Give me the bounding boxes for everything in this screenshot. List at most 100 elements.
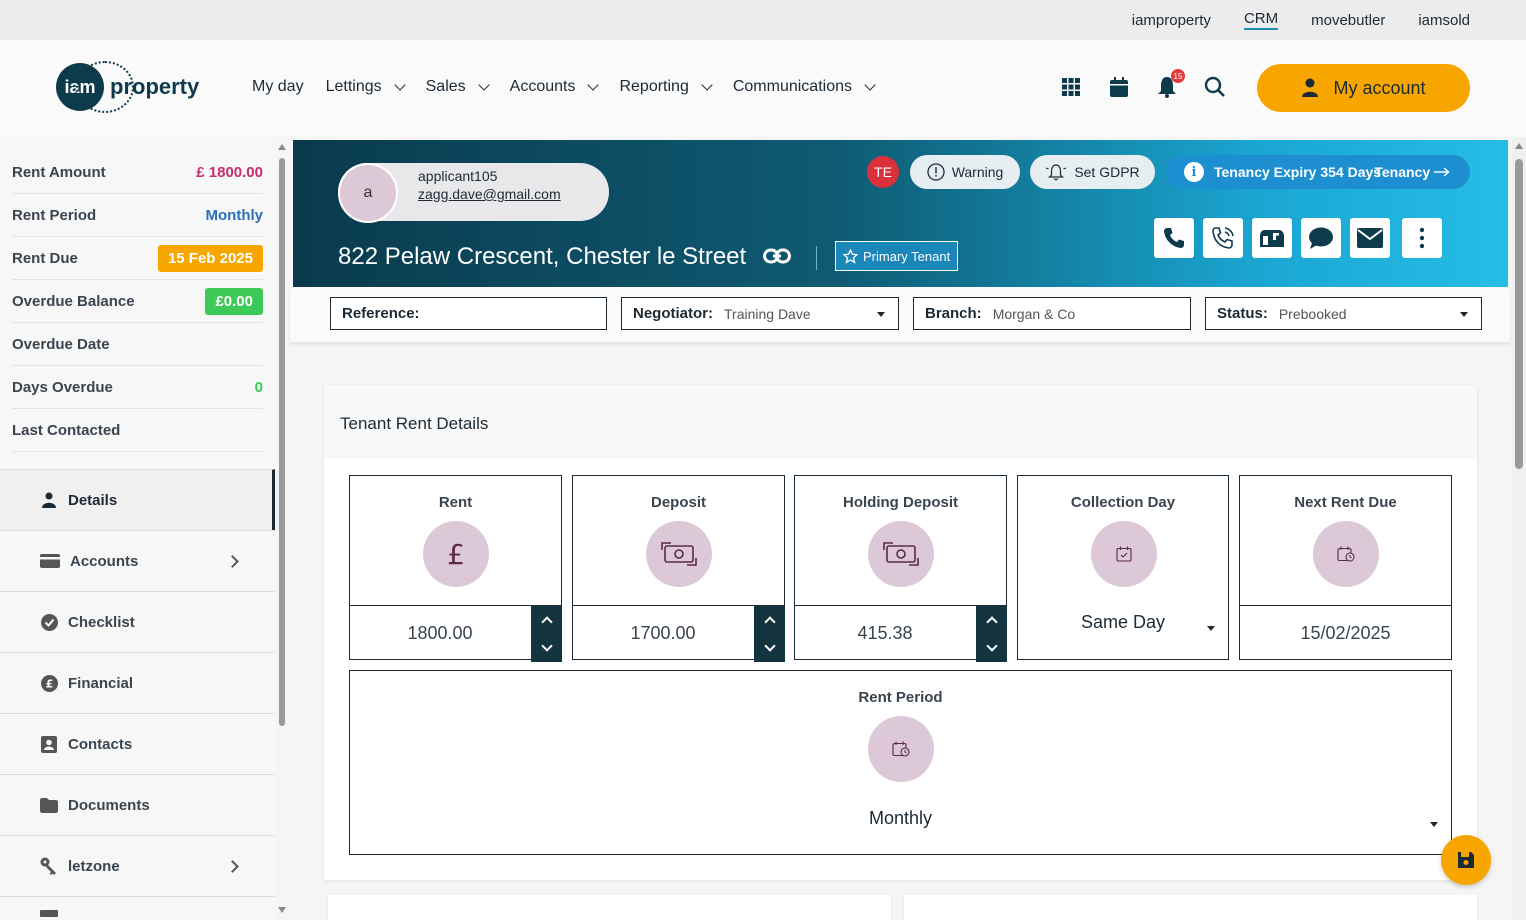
collection-day-tile[interactable]: Collection Day Same Day	[1017, 475, 1229, 660]
sidebar-item-letzone[interactable]: letzone	[0, 835, 275, 896]
nav-communications[interactable]: Communications	[733, 78, 876, 96]
collection-day-select[interactable]: Same Day	[1018, 612, 1228, 633]
increment-icon[interactable]	[985, 615, 998, 628]
decrement-icon[interactable]	[763, 639, 776, 652]
nav-sales-label: Sales	[425, 78, 466, 95]
sidebar-item-details[interactable]: Details	[0, 469, 275, 530]
rent-amount-label: Rent Amount	[12, 163, 106, 181]
notification-count-badge: 15	[1171, 69, 1185, 83]
scrollbar-thumb[interactable]	[279, 158, 285, 726]
calendar-icon[interactable]	[1108, 76, 1130, 98]
bell-icon[interactable]: 15	[1156, 69, 1185, 98]
arrow-right-icon	[1434, 167, 1450, 177]
sidebar-scrollbar[interactable]	[278, 140, 286, 915]
last-contacted-label: Last Contacted	[12, 421, 121, 439]
main-scrollbar[interactable]	[1512, 137, 1526, 920]
sidebar-menu: Details Accounts Checklist £ Financial C…	[0, 469, 276, 920]
link-icon[interactable]	[763, 247, 791, 270]
next-rent-due-tile: Next Rent Due 15/02/2025	[1239, 475, 1452, 660]
te-avatar[interactable]: TE	[867, 156, 899, 188]
negotiator-select[interactable]: Negotiator: Training Dave	[621, 297, 899, 330]
sidebar-item-financial[interactable]: £ Financial	[0, 652, 275, 713]
nav-accounts[interactable]: Accounts	[510, 78, 600, 96]
sidebar-item-checklist[interactable]: Checklist	[0, 591, 275, 652]
sidebar-item-contacts[interactable]: Contacts	[0, 713, 275, 774]
main-nav: My day Lettings Sales Accounts Reporting…	[252, 78, 876, 96]
holding-deposit-stepper[interactable]	[976, 605, 1007, 662]
decrement-icon[interactable]	[985, 639, 998, 652]
mailbox-button[interactable]	[1252, 218, 1292, 258]
deposit-stepper[interactable]	[754, 605, 785, 662]
rent-period-tile[interactable]: Rent Period Monthly	[349, 670, 1452, 855]
sidebar-item-partial[interactable]	[0, 896, 275, 920]
lower-card-right	[904, 895, 1477, 920]
warning-button[interactable]: Warning	[910, 155, 1020, 189]
applicant-email-link[interactable]: zagg.dave@gmail.com	[418, 186, 561, 202]
chat-button[interactable]	[1301, 218, 1341, 258]
property-address: 822 Pelaw Crescent, Chester le Street	[338, 243, 747, 270]
nav-my-day[interactable]: My day	[252, 78, 304, 96]
link-crm[interactable]: CRM	[1243, 10, 1279, 30]
search-icon[interactable]	[1204, 76, 1226, 98]
branch-field[interactable]: Branch: Morgan & Co	[913, 297, 1191, 330]
more-options-button[interactable]	[1402, 218, 1442, 258]
tenancy-link[interactable]: Tenancy	[1374, 164, 1450, 180]
decrement-icon[interactable]	[540, 639, 553, 652]
call-log-button[interactable]	[1203, 218, 1243, 258]
calendar-clock-icon	[1313, 521, 1379, 587]
my-account-button[interactable]: My account	[1257, 64, 1470, 112]
next-rent-due-value: 15/02/2025	[1300, 623, 1391, 643]
deposit-input[interactable]: 1700.00	[572, 605, 785, 662]
tenancy-expiry-label: Tenancy Expiry 354 Days	[1214, 164, 1382, 180]
email-button[interactable]	[1350, 218, 1390, 258]
sidebar-item-label: Documents	[68, 796, 150, 814]
sidebar-item-accounts[interactable]: Accounts	[0, 530, 275, 591]
summary-rent-due: Rent Due 15 Feb 2025	[12, 237, 263, 280]
overdue-balance-label: Overdue Balance	[12, 292, 135, 310]
scrollbar-thumb[interactable]	[1515, 159, 1523, 469]
person-icon	[40, 492, 58, 508]
phone-button[interactable]	[1154, 218, 1194, 258]
info-icon: i	[1184, 162, 1204, 182]
save-button[interactable]	[1441, 835, 1491, 885]
svg-text:£: £	[447, 540, 465, 568]
rent-input[interactable]: 1800.00	[349, 605, 562, 662]
link-movebutler[interactable]: movebutler	[1311, 12, 1385, 29]
my-account-label: My account	[1333, 77, 1426, 98]
scroll-down-arrow[interactable]	[278, 907, 286, 913]
set-gdpr-button[interactable]: Set GDPR	[1030, 155, 1155, 189]
scroll-up-arrow[interactable]	[1515, 143, 1523, 149]
overdue-date-label: Overdue Date	[12, 335, 110, 353]
kebab-menu-icon	[1419, 227, 1425, 249]
sidebar-item-documents[interactable]: Documents	[0, 774, 275, 835]
applicant-name: applicant105	[418, 168, 498, 184]
link-iamsold[interactable]: iamsold	[1418, 12, 1470, 29]
reference-field[interactable]: Reference:	[330, 297, 607, 330]
nav-lettings-label: Lettings	[325, 78, 382, 95]
phone-icon	[1164, 228, 1184, 248]
credit-card-icon	[40, 554, 60, 568]
rent-period-select[interactable]: Monthly	[350, 808, 1451, 829]
next-rent-due-input[interactable]: 15/02/2025	[1239, 605, 1452, 661]
holding-deposit-input[interactable]: 415.38	[794, 605, 1007, 662]
scroll-up-arrow[interactable]	[278, 144, 286, 150]
tenancy-expiry-pill[interactable]: i Tenancy Expiry 354 Days Tenancy	[1166, 155, 1470, 189]
increment-icon[interactable]	[540, 615, 553, 628]
summary-rent-amount: Rent Amount £ 1800.00	[12, 151, 263, 194]
grid-icon[interactable]	[1060, 76, 1082, 98]
primary-tenant-badge[interactable]: Primary Tenant	[835, 241, 959, 271]
nav-reporting[interactable]: Reporting	[619, 78, 713, 96]
info-circle-icon	[927, 163, 945, 181]
rent-stepper[interactable]	[531, 605, 562, 662]
holding-deposit-tile: Holding Deposit 415.38	[794, 475, 1007, 662]
link-iamproperty[interactable]: iamproperty	[1132, 12, 1211, 29]
partial-item-icon	[40, 907, 58, 917]
iamproperty-logo[interactable]: iam property	[56, 61, 199, 113]
nav-lettings[interactable]: Lettings	[325, 78, 406, 96]
nav-sales[interactable]: Sales	[425, 78, 490, 96]
rent-amount-value: £ 1800.00	[196, 163, 263, 181]
nav-my-day-label: My day	[252, 78, 304, 95]
status-select[interactable]: Status: Prebooked	[1205, 297, 1482, 330]
increment-icon[interactable]	[763, 615, 776, 628]
status-value: Prebooked	[1278, 305, 1347, 322]
